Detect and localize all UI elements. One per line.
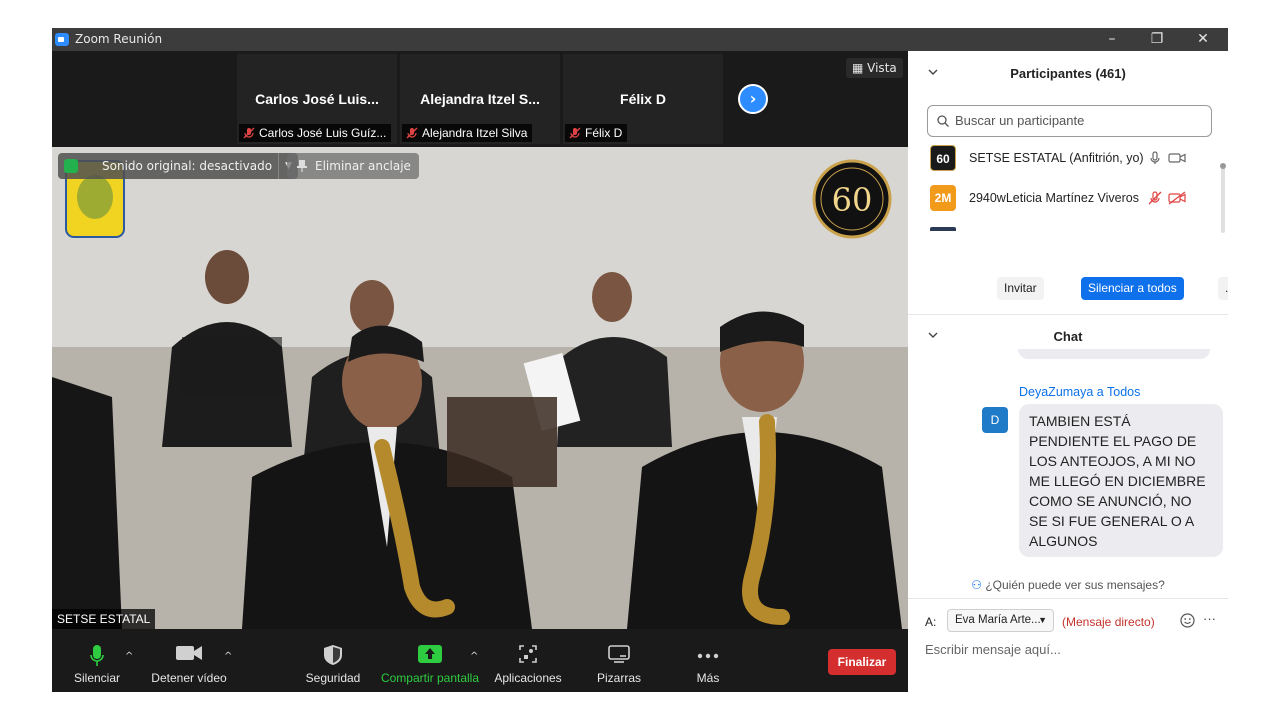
mic-muted-icon[interactable] — [1148, 191, 1162, 205]
participant-search-input[interactable]: Buscar un participante — [927, 105, 1212, 137]
video-tile[interactable]: Carlos José Luis... Carlos José Luis Guí… — [237, 54, 397, 144]
more-dots-icon — [697, 653, 719, 659]
next-page-button[interactable]: › — [738, 84, 768, 114]
share-screen-button[interactable]: Compartir pantalla — [380, 629, 480, 692]
original-sound-toggle[interactable]: Sonido original: desactivado ▼ — [58, 153, 299, 179]
unpin-label: Eliminar anclaje — [315, 159, 411, 173]
whiteboard-icon — [608, 645, 630, 663]
chat-message[interactable]: TAMBIEN ESTÁ PENDIENTE EL PAGO DE LOS AN… — [1019, 404, 1223, 557]
whiteboards-button[interactable]: Pizarras — [589, 629, 649, 692]
participant-name: 2940wLeticia Martínez Viveros — [969, 191, 1139, 205]
chevron-up-icon[interactable]: ^ — [125, 651, 133, 662]
close-button[interactable]: ✕ — [1183, 29, 1223, 49]
view-button[interactable]: ▦ Vista — [846, 58, 903, 78]
more-button[interactable]: Más — [680, 629, 736, 692]
mic-muted-icon — [243, 127, 255, 139]
active-speaker-name: SETSE ESTATAL — [52, 609, 156, 629]
participant-item[interactable]: 60 SETSE ESTATAL (Anfitrión, yo) — [930, 145, 1220, 173]
message-sender: DeyaZumaya a Todos — [1019, 385, 1141, 399]
panel-divider — [908, 598, 1228, 599]
chat-more-button[interactable]: ··· — [1203, 611, 1216, 626]
tile-name-label: Félix D — [565, 124, 628, 142]
avatar — [930, 227, 956, 231]
avatar: D — [982, 407, 1008, 433]
end-meeting-button[interactable]: Finalizar — [828, 649, 896, 675]
minimize-button[interactable]: – — [1092, 29, 1132, 49]
grid-icon: ▦ — [852, 61, 868, 75]
mic-muted-icon — [569, 127, 581, 139]
microphone-icon[interactable] — [1148, 151, 1162, 165]
recipient-dropdown[interactable]: Eva María Arte... ▼ — [947, 609, 1054, 632]
shield-icon — [324, 645, 342, 665]
side-panel: Participantes (461) Buscar un participan… — [908, 51, 1228, 692]
emoji-icon[interactable] — [1180, 613, 1195, 628]
original-sound-label: Sonido original: desactivado — [102, 159, 273, 173]
stop-video-button[interactable]: Detener vídeo — [148, 629, 230, 692]
chevron-up-icon[interactable]: ^ — [224, 651, 232, 662]
chat-title: Chat — [1053, 329, 1083, 344]
video-tile[interactable]: Alejandra Itzel S... Alejandra Itzel Sil… — [400, 54, 560, 144]
participant-name: SETSE ESTATAL (Anfitrión, yo) — [969, 151, 1144, 165]
chat-compose-input[interactable]: Escribir mensaje aquí... — [925, 642, 1061, 657]
microphone-icon — [90, 645, 104, 666]
badge-number: 60 — [832, 181, 873, 219]
search-icon — [937, 115, 949, 127]
to-label: A: — [925, 615, 937, 629]
share-screen-icon — [418, 645, 442, 663]
participants-title: Participantes (461) — [1010, 66, 1126, 81]
zoom-app-icon — [55, 33, 69, 46]
previous-message-bubble — [1018, 349, 1210, 359]
apps-button[interactable]: Aplicaciones — [492, 629, 564, 692]
participant-strip: Carlos José Luis... Carlos José Luis Guí… — [52, 51, 908, 147]
person-lock-icon: ⚇ — [971, 578, 986, 592]
window-title: Zoom Reunión — [75, 32, 163, 46]
pin-icon — [297, 160, 307, 172]
search-placeholder: Buscar un participante — [955, 113, 1085, 128]
mic-muted-icon — [406, 127, 418, 139]
shield-check-icon — [64, 159, 78, 173]
chevron-up-icon[interactable]: ^ — [470, 651, 478, 662]
tile-display-name: Carlos José Luis... — [255, 91, 379, 107]
tile-name-label: Carlos José Luis Guíz... — [239, 124, 392, 142]
direct-message-label: (Mensaje directo) — [1062, 615, 1155, 629]
video-off-icon[interactable] — [1168, 191, 1186, 205]
main-video[interactable]: 60 Sonido original: desactivado ▼ Elimin… — [52, 147, 908, 629]
security-button[interactable]: Seguridad — [302, 629, 364, 692]
mute-all-button[interactable]: Silenciar a todos — [1081, 277, 1184, 300]
invite-button[interactable]: Invitar — [997, 277, 1044, 300]
participants-header: Participantes (461) — [908, 53, 1228, 93]
participant-item[interactable]: 2M 2940wLeticia Martínez Viveros — [930, 185, 1220, 213]
video-camera-icon — [176, 646, 202, 660]
video-tile[interactable]: Félix D Félix D — [563, 54, 723, 144]
title-bar: Zoom Reunión – ❐ ✕ — [52, 28, 1228, 51]
participants-more-button[interactable]: ... — [1218, 277, 1228, 300]
meeting-toolbar: Silenciar ^ Detener vídeo ^ Seguridad Co… — [52, 629, 908, 692]
video-area: Carlos José Luis... Carlos José Luis Guí… — [52, 51, 908, 692]
apps-icon — [519, 645, 537, 663]
tile-display-name: Alejandra Itzel S... — [420, 91, 540, 107]
who-can-see-link[interactable]: ⚇ ¿Quién puede ver sus mensajes? — [908, 578, 1228, 592]
restore-button[interactable]: ❐ — [1137, 29, 1177, 49]
unpin-button[interactable]: Eliminar anclaje — [287, 153, 419, 179]
avatar: 60 — [930, 145, 956, 171]
avatar: 2M — [930, 185, 956, 211]
recipient-row: A: Eva María Arte... ▼ (Mensaje directo)… — [925, 608, 1225, 634]
video-camera-icon[interactable] — [1168, 151, 1186, 165]
participants-scrollbar[interactable] — [1221, 165, 1225, 233]
participants-scroll-thumb[interactable] — [1220, 163, 1226, 169]
mute-button[interactable]: Silenciar — [66, 629, 128, 692]
chevron-down-icon: ▼ — [1038, 615, 1047, 625]
tile-display-name: Félix D — [620, 91, 666, 107]
panel-divider — [908, 314, 1228, 315]
band-video-scene — [52, 147, 908, 629]
anniversary-badge: 60 — [812, 159, 892, 239]
zoom-window: Zoom Reunión – ❐ ✕ Carlos José Luis... C… — [52, 28, 1228, 692]
tile-name-label: Alejandra Itzel Silva — [402, 124, 533, 142]
